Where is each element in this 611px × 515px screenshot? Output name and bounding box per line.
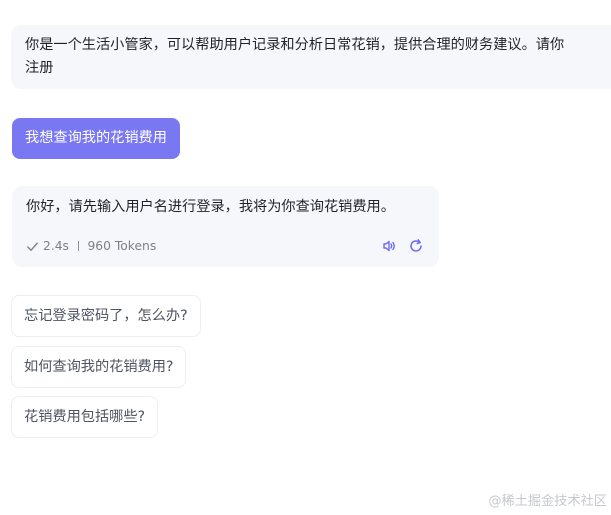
suggestion-chip[interactable]: 如何查询我的花销费用?: [11, 346, 187, 388]
suggestion-chip[interactable]: 花销费用包括哪些?: [11, 396, 159, 438]
meta-divider: [77, 241, 80, 251]
refresh-icon[interactable]: [408, 238, 424, 254]
message-actions: [381, 238, 424, 254]
watermark: @稀土掘金技术社区: [488, 494, 607, 509]
suggestion-label: 花销费用包括哪些?: [24, 409, 146, 425]
check-icon: [27, 242, 38, 251]
user-message-bubble: 我想查询我的花销费用: [12, 118, 180, 159]
response-tokens: 960 Tokens: [87, 239, 157, 253]
user-message-text: 我想查询我的花销费用: [25, 130, 167, 146]
suggestion-label: 如何查询我的花销费用?: [24, 359, 174, 375]
response-duration: 2.4s: [43, 239, 69, 253]
chat-page: 你是一个生活小管家，可以帮助用户记录和分析日常花销，提供合理的财务建议。请你 注…: [0, 0, 611, 515]
system-prompt-message: 你是一个生活小管家，可以帮助用户记录和分析日常花销，提供合理的财务建议。请你 注…: [11, 25, 611, 89]
assistant-message-card: 你好，请先输入用户名进行登录，我将为你查询花销费用。 2.4s 960 Toke…: [12, 186, 439, 267]
system-prompt-line-1: 你是一个生活小管家，可以帮助用户记录和分析日常花销，提供合理的财务建议。请你: [25, 37, 565, 53]
suggestion-label: 忘记登录密码了，怎么办?: [24, 308, 188, 324]
assistant-message-text: 你好，请先输入用户名进行登录，我将为你查询花销费用。: [26, 199, 395, 215]
response-meta: 2.4s 960 Tokens: [26, 237, 156, 255]
suggestion-chip[interactable]: 忘记登录密码了，怎么办?: [11, 295, 201, 337]
speaker-icon[interactable]: [381, 238, 397, 254]
system-prompt-line-2: 注册: [25, 60, 54, 76]
